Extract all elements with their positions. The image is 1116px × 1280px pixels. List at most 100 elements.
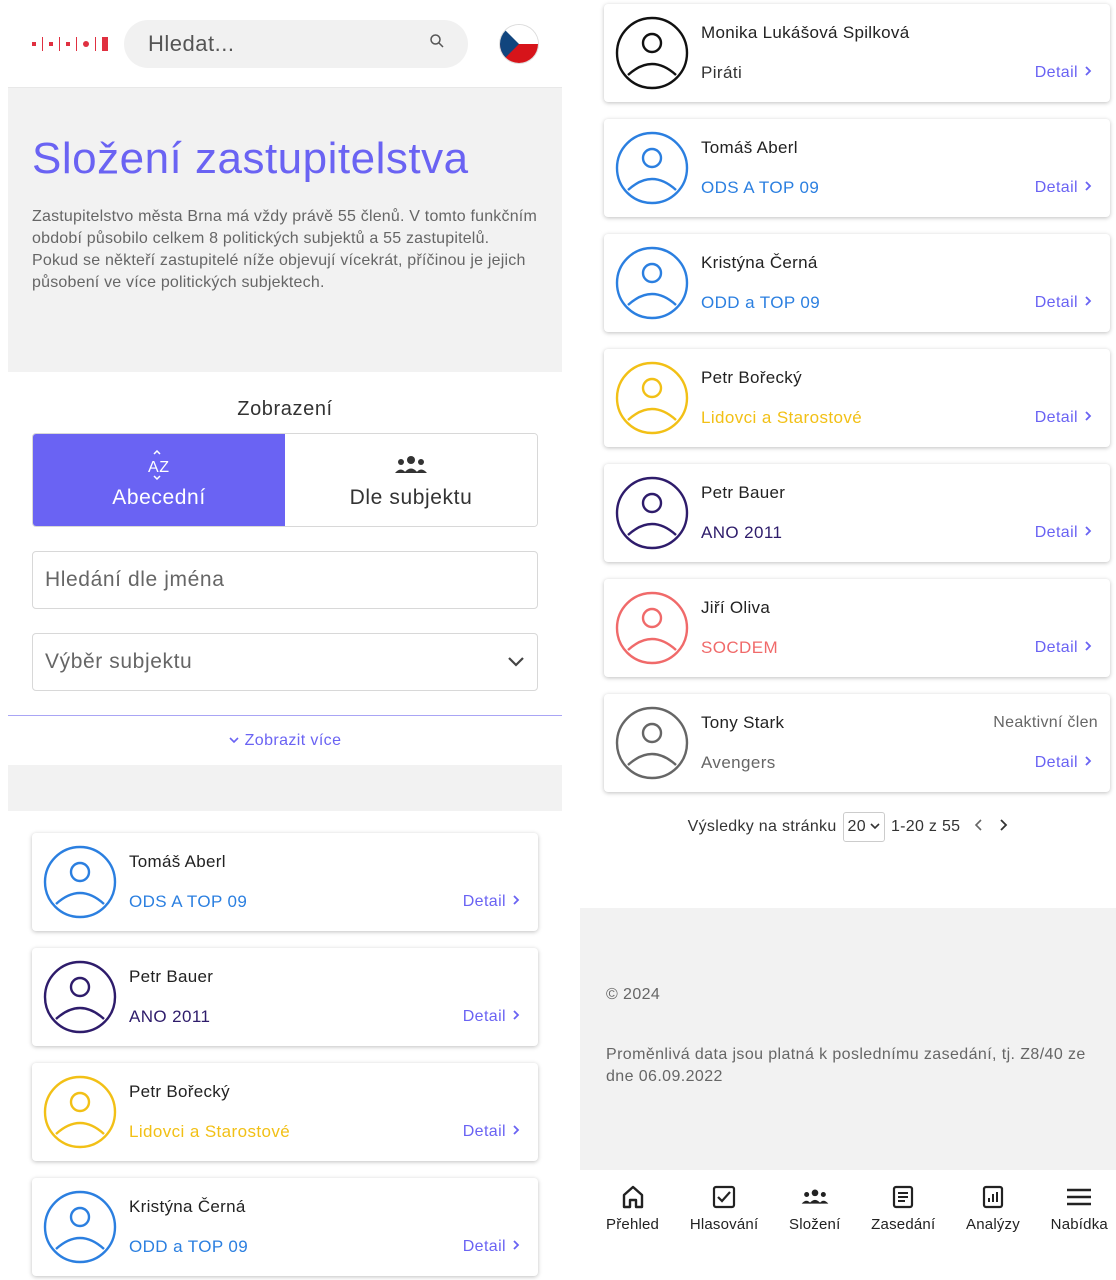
page-description: Zastupitelstvo města Brna má vždy právě … <box>32 208 537 291</box>
member-card-body: Kristýna Černá ODD a TOP 09 Detail <box>701 253 1092 313</box>
show-more-label: Zobrazit více <box>244 731 342 749</box>
detail-link-label: Detail <box>1034 179 1078 196</box>
member-party: ODD a TOP 09 <box>701 293 821 312</box>
member-card-row: Piráti Detail <box>701 63 1092 83</box>
nav-voting[interactable]: Hlasování <box>690 1182 759 1280</box>
member-card[interactable]: Tomáš Aberl ODS A TOP 09 Detail <box>604 119 1110 217</box>
member-card[interactable]: Petr Bořecký Lidovci a Starostové Detail <box>32 1063 538 1161</box>
member-card[interactable]: Tomáš Aberl ODS A TOP 09 Detail <box>32 833 538 931</box>
member-card-body: Jiří Oliva SOCDEM Detail <box>701 598 1092 658</box>
member-card-body: Kristýna Černá ODD a TOP 09 Detail <box>129 1197 520 1257</box>
next-page-icon[interactable] <box>998 818 1008 836</box>
detail-link[interactable]: Detail <box>1035 409 1092 427</box>
member-name: Tomáš Aberl <box>701 138 798 157</box>
right-panel: Monika Lukášová Spilková Piráti Detail Tomá… <box>580 0 1116 1280</box>
subject-select[interactable]: Výběr subjektu <box>32 633 538 691</box>
detail-link-label: Detail <box>1034 639 1078 656</box>
member-card[interactable]: Petr Bořecký Lidovci a Starostové Detail <box>604 349 1110 447</box>
subject-select-value: Výběr subjektu <box>45 650 193 673</box>
sort-az-icon: AZ <box>144 450 174 480</box>
member-name: Kristýna Černá <box>129 1197 246 1216</box>
chevron-right-icon <box>1084 409 1092 426</box>
per-page-value: 20 <box>847 818 866 835</box>
chevron-right-icon <box>1084 524 1092 541</box>
hero-section: Složení zastupitelstva Zastupitelstvo mě… <box>8 88 562 372</box>
pagination-range: 1-20 z 55 <box>890 818 961 835</box>
chevron-right-icon <box>512 893 520 910</box>
document-icon <box>892 1182 914 1212</box>
member-card-body: Tomáš Aberl ODS A TOP 09 Detail <box>129 852 520 912</box>
member-name: Petr Bořecký <box>701 368 802 387</box>
top-bar: Hledat... <box>8 0 562 88</box>
member-card[interactable]: Petr Bauer ANO 2011 Detail <box>604 464 1110 562</box>
detail-link[interactable]: Detail <box>463 1238 520 1256</box>
chevron-right-icon <box>1084 294 1092 311</box>
member-name: Tomáš Aberl <box>129 852 226 871</box>
nav-composition[interactable]: Složení <box>789 1182 840 1280</box>
member-card[interactable]: Kristýna Černá ODD a TOP 09 Detail <box>32 1178 538 1276</box>
detail-link[interactable]: Detail <box>1035 179 1092 197</box>
brno-logo[interactable] <box>32 36 108 51</box>
avatar-icon <box>42 1074 118 1150</box>
view-by-subject-button[interactable]: Dle subjektu <box>285 434 537 526</box>
member-list: Tomáš Aberl ODS A TOP 09 Detail Petr Bauer A… <box>8 811 562 1276</box>
detail-link[interactable]: Detail <box>1035 64 1092 82</box>
data-validity-note: Proměnlivá data jsou platná k poslednímu… <box>606 1046 1086 1085</box>
avatar-icon <box>614 360 690 436</box>
member-card-row: ANO 2011 Detail <box>129 1007 520 1027</box>
detail-link[interactable]: Detail <box>463 893 520 911</box>
member-card[interactable]: Monika Lukášová Spilková Piráti Detail <box>604 4 1110 102</box>
member-name: Monika Lukášová Spilková <box>701 23 910 42</box>
view-alphabetical-button[interactable]: AZ Abecední <box>33 434 285 526</box>
detail-link-label: Detail <box>462 1123 506 1140</box>
detail-link[interactable]: Detail <box>1035 294 1092 312</box>
member-name: Kristýna Černá <box>701 253 818 272</box>
svg-text:AZ: AZ <box>148 459 170 476</box>
show-more-button[interactable]: Zobrazit více <box>8 715 562 765</box>
detail-link[interactable]: Detail <box>1035 524 1092 542</box>
left-panel: Hledat... Složení zastupitelstva Zastupi… <box>8 0 562 1280</box>
member-card[interactable]: Petr Bauer ANO 2011 Detail <box>32 948 538 1046</box>
avatar-icon <box>614 590 690 666</box>
copyright: © 2024 <box>606 986 661 1003</box>
member-card-row: ANO 2011 Detail <box>701 523 1092 543</box>
member-card[interactable]: Jiří Oliva SOCDEM Detail <box>604 579 1110 677</box>
detail-link[interactable]: Detail <box>1035 754 1092 772</box>
nav-overview[interactable]: Přehled <box>606 1182 659 1280</box>
view-by-subject-label: Dle subjektu <box>349 486 473 509</box>
search-bar[interactable]: Hledat... <box>124 19 468 68</box>
member-card[interactable]: Tony Stark Avengers Detail Neaktivní člen <box>604 694 1110 792</box>
chevron-right-icon <box>1084 639 1092 656</box>
view-alphabetical-label: Abecední <box>112 486 206 509</box>
cz-flag-icon[interactable] <box>500 24 538 63</box>
search-input[interactable]: Hledat... <box>148 31 428 57</box>
avatar-icon <box>42 844 118 920</box>
member-party: ODS A TOP 09 <box>129 892 248 911</box>
member-card[interactable]: Kristýna Černá ODD a TOP 09 Detail <box>604 234 1110 332</box>
per-page-select[interactable]: 20 <box>842 812 885 842</box>
detail-link[interactable]: Detail <box>463 1008 520 1026</box>
member-card-row: SOCDEM Detail <box>701 638 1092 658</box>
nav-sessions[interactable]: Zasedání <box>871 1182 935 1280</box>
chevron-right-icon <box>512 1008 520 1025</box>
pagination: Výsledky na stránku 20 1-20 z 55 <box>580 809 1116 845</box>
name-search-field[interactable]: Hledání dle jména <box>32 551 538 609</box>
member-party: SOCDEM <box>701 638 779 657</box>
member-party: ODD a TOP 09 <box>129 1237 249 1256</box>
chevron-right-icon <box>1084 754 1092 771</box>
chevron-right-icon <box>512 1123 520 1140</box>
chevron-down-icon <box>507 650 525 674</box>
member-name: Petr Bauer <box>129 967 214 986</box>
prev-page-icon[interactable] <box>974 818 984 836</box>
member-card-row: Lidovci a Starostové Detail <box>129 1122 520 1142</box>
member-card-body: Tomáš Aberl ODS A TOP 09 Detail <box>701 138 1092 198</box>
detail-link-label: Detail <box>1034 524 1078 541</box>
nav-menu[interactable]: Nabídka <box>1051 1182 1108 1280</box>
nav-analyses[interactable]: Analýzy <box>966 1182 1020 1280</box>
detail-link-label: Detail <box>1034 409 1078 426</box>
home-icon <box>622 1182 644 1212</box>
member-card-row: ODS A TOP 09 Detail <box>129 892 520 912</box>
detail-link[interactable]: Detail <box>463 1123 520 1141</box>
search-icon[interactable] <box>428 32 446 55</box>
detail-link[interactable]: Detail <box>1035 639 1092 657</box>
